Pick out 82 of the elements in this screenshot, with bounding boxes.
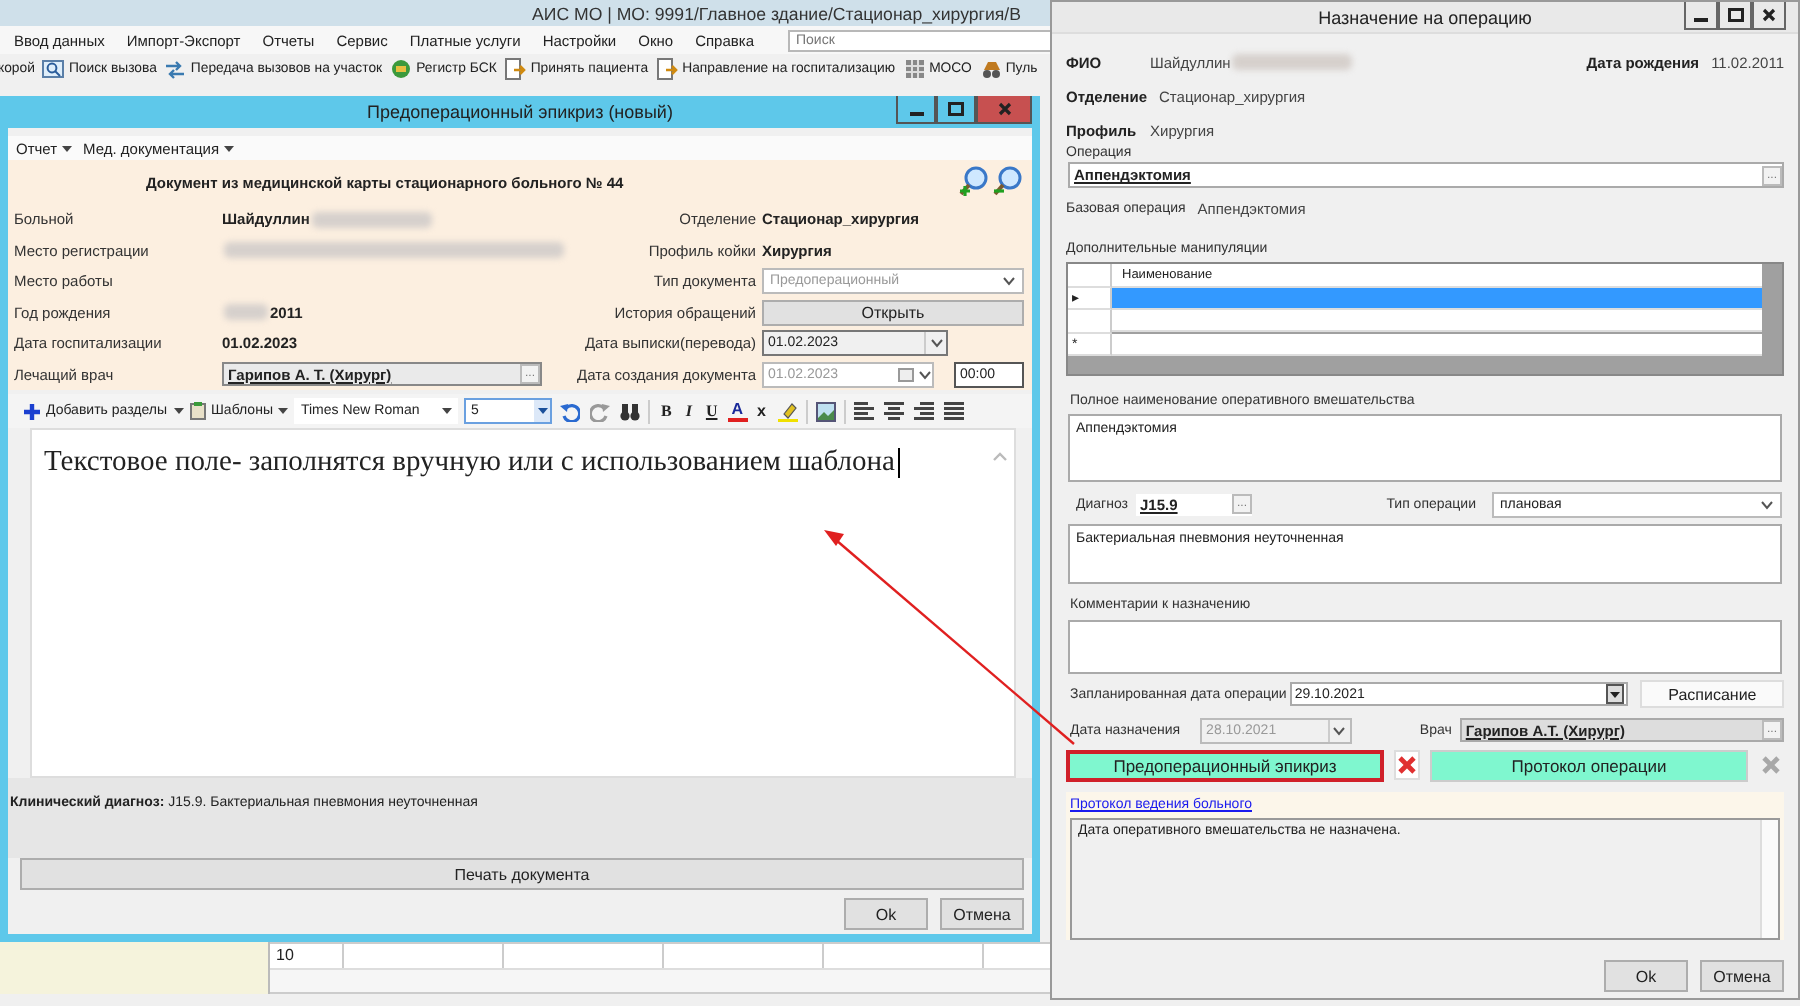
format-button[interactable]: B [656, 402, 676, 420]
undo-icon [560, 401, 581, 421]
blurred-text [224, 304, 268, 321]
caret-icon [223, 145, 234, 151]
caret-icon [1610, 691, 1621, 697]
highlighter-icon [777, 401, 798, 421]
row-header [1068, 264, 1112, 287]
align-right-button[interactable] [911, 399, 936, 423]
document-icon [504, 58, 527, 80]
document-button[interactable]: Предоперационный эпикриз [1066, 749, 1384, 781]
open-button[interactable]: Открыть [762, 299, 1024, 326]
text-cursor [898, 448, 901, 478]
arrows-icon [164, 58, 187, 80]
row-header [1068, 310, 1112, 333]
undo-button[interactable] [558, 399, 583, 423]
close-button[interactable] [1752, 2, 1786, 30]
cross-icon [1762, 756, 1780, 774]
window-title: Назначение на операцию [1318, 7, 1532, 27]
font-color-button[interactable]: A [727, 401, 748, 421]
caret-icon [1760, 499, 1774, 509]
delete-button[interactable] [1394, 750, 1420, 780]
blurred-text [311, 211, 432, 228]
document-icon [656, 58, 679, 80]
cancel-button[interactable]: Отмена [940, 898, 1024, 930]
window-title: АИС МО | МО: 9991/Главное здание/Стационар_хирургия/В [532, 3, 1021, 23]
print-button[interactable]: Печать документа [20, 858, 1024, 890]
caret-icon [173, 408, 184, 414]
maximize-icon [1727, 8, 1743, 22]
editor-text: Текстовое поле- заполнятся вручную или с использованием шаблона [44, 446, 895, 480]
highlighter-button[interactable] [775, 399, 800, 423]
redo-icon [590, 401, 611, 421]
image-icon [815, 401, 836, 421]
zoom-in-icon [958, 166, 990, 198]
caret-icon [929, 338, 943, 349]
format-button[interactable]: I [681, 402, 696, 420]
text-editor[interactable]: Текстовое поле- заполнятся вручную или с использованием шаблона [30, 428, 1016, 778]
calendar-icon [898, 367, 914, 382]
binoculars-icon [620, 401, 641, 421]
globe-icon [390, 58, 413, 80]
minimize-button[interactable] [896, 96, 936, 124]
caret-icon [537, 408, 548, 414]
cart-icon [979, 58, 1002, 80]
close-icon [997, 102, 1011, 116]
zoom-out-icon [992, 166, 1024, 198]
scrollbar[interactable] [1760, 820, 1778, 938]
blurred-text [1232, 54, 1353, 70]
search-icon [42, 58, 65, 80]
justify-icon [943, 401, 964, 421]
caret-icon [278, 408, 289, 414]
close-icon [1762, 8, 1776, 22]
clipboard-icon [189, 402, 206, 420]
align-left-icon [853, 401, 874, 421]
ok-button[interactable]: Ok [844, 898, 928, 930]
zoom-button[interactable] [958, 166, 990, 198]
superscript-button[interactable]: x [753, 402, 770, 420]
window-title: Предоперационный эпикриз (новый) [367, 102, 673, 122]
image-button[interactable] [813, 399, 838, 423]
justify-button[interactable] [941, 399, 966, 423]
caret-icon [442, 408, 453, 414]
document-button[interactable]: Протокол операции [1430, 749, 1748, 781]
caret-icon [918, 369, 932, 380]
cancel-button[interactable]: Отмена [1700, 960, 1784, 992]
align-left-button[interactable] [851, 399, 876, 423]
grid-row[interactable] [1112, 333, 1762, 355]
align-right-icon [913, 401, 934, 421]
grid-icon [903, 58, 926, 80]
format-button[interactable]: U [701, 402, 722, 420]
ok-button[interactable]: Ok [1604, 960, 1688, 992]
align-center-icon [883, 401, 904, 421]
cross-icon [1398, 756, 1416, 774]
binoculars-button[interactable] [618, 399, 643, 423]
minimize-button[interactable] [1684, 2, 1718, 30]
align-center-button[interactable] [881, 399, 906, 423]
zoom-button[interactable] [992, 166, 1024, 198]
caret-icon [61, 145, 72, 151]
schedule-button[interactable]: Расписание [1640, 680, 1784, 708]
maximize-icon [948, 102, 964, 116]
caret-icon [1332, 725, 1347, 735]
caret-icon [1002, 276, 1016, 287]
table-cell: 10 [270, 944, 344, 968]
maximize-button[interactable] [1718, 2, 1752, 30]
plus-icon [24, 403, 40, 419]
